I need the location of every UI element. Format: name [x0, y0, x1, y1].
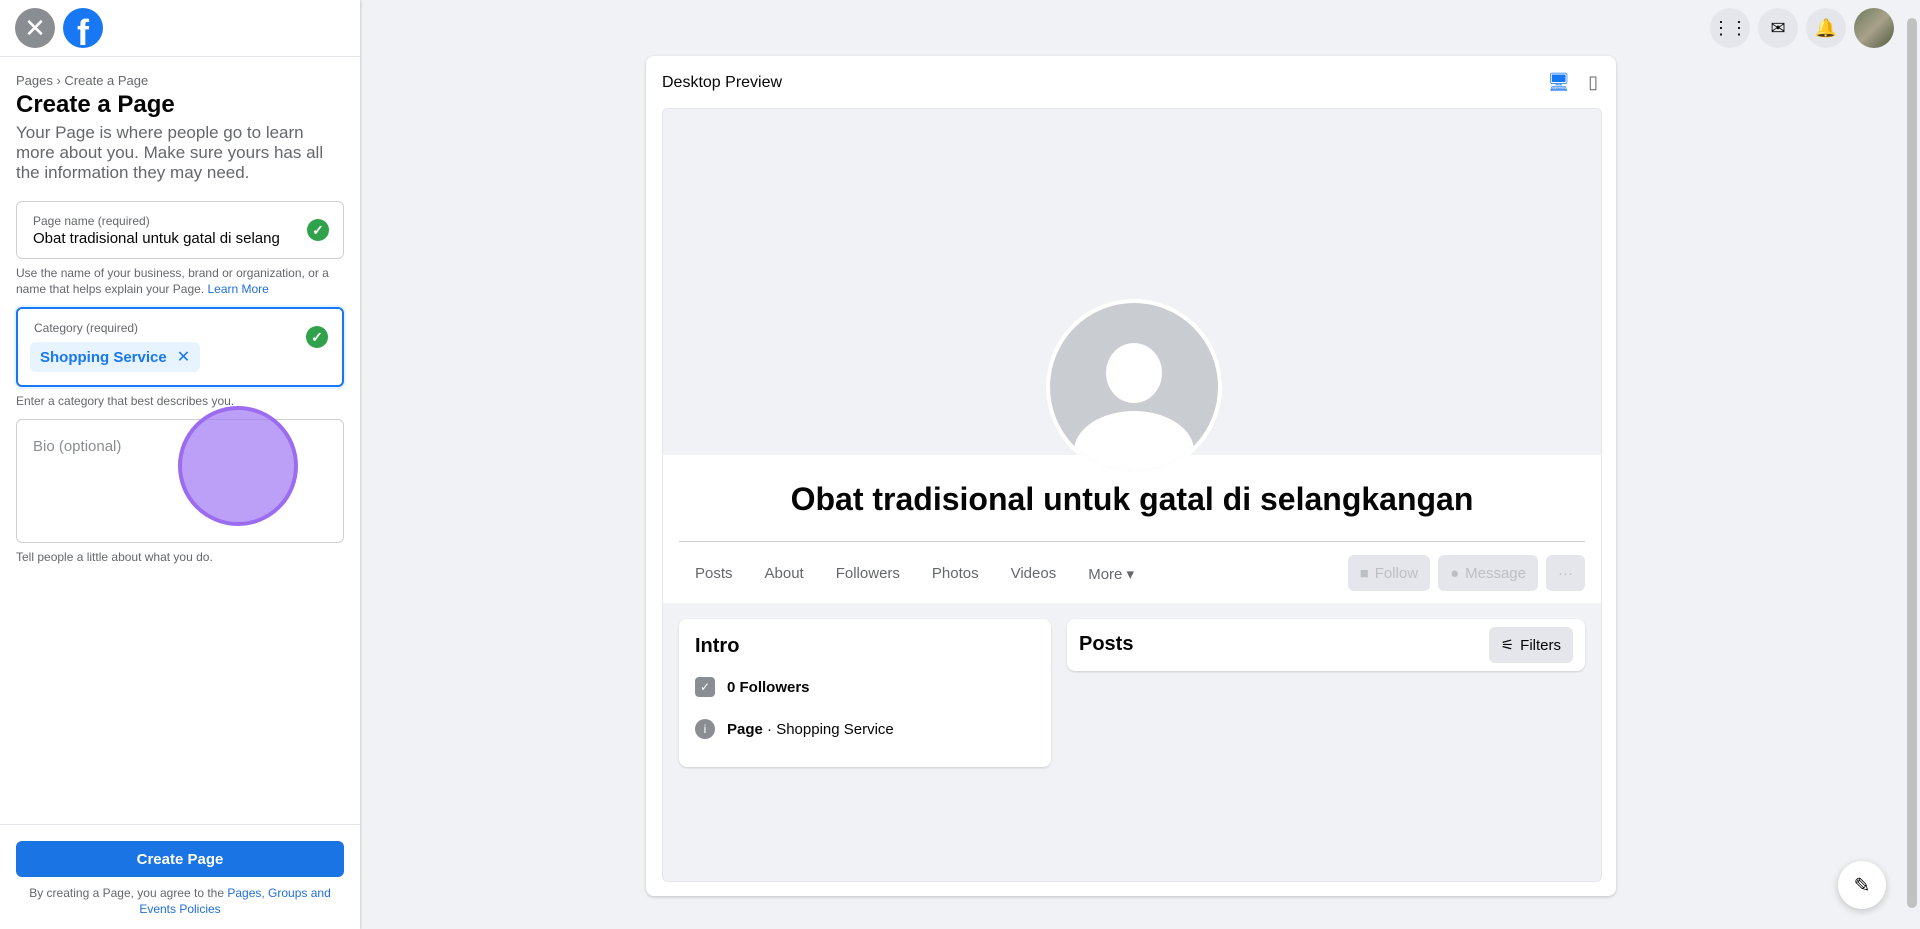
preview-frame: Obat tradisional untuk gatal di selangka…	[662, 108, 1602, 882]
learn-more-link[interactable]: Learn More	[207, 282, 268, 296]
message-label: Message	[1465, 564, 1526, 582]
device-toggle: 🖥 ▯	[1547, 72, 1598, 93]
create-page-button[interactable]: Create Page	[16, 841, 344, 877]
avatar-head-shape	[1106, 343, 1162, 403]
follow-label: Follow	[1374, 564, 1419, 582]
avatar-body-shape	[1074, 411, 1194, 471]
filters-button[interactable]: ⚟ Filters	[1488, 627, 1573, 663]
page-type-category: · Shopping Service	[762, 720, 894, 738]
panel-topbar: ✕ f	[0, 0, 360, 57]
terms-text: By creating a Page, you agree to the Pag…	[16, 885, 344, 917]
close-icon: ✕	[24, 12, 46, 43]
page-name-input[interactable]: Obat tradisional untuk gatal di selang	[33, 230, 303, 247]
followers-count: 0 Followers	[727, 678, 810, 696]
page-name-field[interactable]: Page name (required) Obat tradisional un…	[16, 201, 344, 259]
facebook-logo-icon[interactable]: f	[63, 8, 103, 48]
remove-chip-icon[interactable]: ✕	[177, 347, 190, 367]
desktop-preview-card: Desktop Preview 🖥 ▯ Obat tradisional unt…	[646, 56, 1616, 896]
bio-helper: Tell people a little about what you do.	[16, 550, 213, 564]
click-cursor-indicator	[178, 406, 298, 526]
account-avatar[interactable]	[1854, 8, 1894, 48]
category-field[interactable]: Category (required) Shopping Service ✕ ✓	[16, 307, 344, 387]
close-button[interactable]: ✕	[15, 8, 55, 48]
preview-actions: ■ Follow ● Message ···	[1347, 555, 1585, 591]
followers-check-icon: ✓	[695, 677, 715, 697]
message-button[interactable]: ● Message	[1438, 555, 1538, 591]
preview-title: Desktop Preview	[662, 74, 783, 91]
category-chip-label: Shopping Service	[40, 348, 167, 366]
page-name-helper: Use the name of your business, brand or …	[16, 265, 344, 297]
page-type-bold: Page	[727, 720, 763, 738]
new-message-compose-icon[interactable]: ✎	[1838, 861, 1886, 909]
messenger-icon: ●	[1450, 564, 1460, 582]
terms-prefix: By creating a Page, you agree to the	[29, 886, 225, 900]
page-name-label: Page name (required)	[33, 214, 150, 228]
tab-videos[interactable]: Videos	[995, 555, 1073, 593]
category-label: Category (required)	[34, 321, 139, 335]
form-content: Pages › Create a Page Create a Page Your…	[0, 57, 360, 565]
page-name-helper-text: Use the name of your business, brand or …	[16, 266, 329, 296]
follow-icon: ■	[1359, 564, 1369, 582]
breadcrumb: Pages › Create a Page	[16, 73, 149, 88]
category-chip[interactable]: Shopping Service ✕	[30, 342, 201, 372]
valid-check-icon: ✓	[307, 219, 329, 241]
tab-posts[interactable]: Posts	[679, 555, 749, 593]
page-description: Your Page is where people go to learn mo…	[16, 123, 324, 182]
tab-followers[interactable]: Followers	[820, 555, 916, 593]
page-scrollbar[interactable]	[1904, 0, 1920, 929]
scrollbar-thumb[interactable]	[1907, 18, 1917, 908]
page-type-row: i Page · Shopping Service	[695, 719, 894, 739]
notifications-bell-icon[interactable]: 🔔	[1806, 8, 1846, 48]
top-nav-icons: ⋮⋮ ✉ 🔔	[1710, 8, 1894, 48]
posts-title: Posts	[1079, 633, 1134, 655]
filters-label: Filters	[1520, 636, 1561, 654]
category-helper: Enter a category that best describes you…	[16, 394, 235, 408]
preview-page-name: Obat tradisional untuk gatal di selangka…	[790, 481, 1474, 517]
tab-more[interactable]: More ▾	[1072, 555, 1150, 593]
profile-picture-placeholder	[1046, 299, 1222, 475]
follow-button[interactable]: ■ Follow	[1347, 555, 1431, 591]
tab-photos[interactable]: Photos	[916, 555, 995, 593]
messenger-icon[interactable]: ✉	[1758, 8, 1798, 48]
preview-tabs: Posts About Followers Photos Videos More…	[679, 555, 1150, 593]
followers-row: ✓ 0 Followers	[695, 677, 810, 697]
info-icon: i	[695, 719, 715, 739]
panel-footer: Create Page By creating a Page, you agre…	[0, 824, 360, 929]
more-options-button[interactable]: ···	[1546, 555, 1585, 591]
menu-grid-icon[interactable]: ⋮⋮	[1710, 8, 1750, 48]
tab-about[interactable]: About	[749, 555, 820, 593]
page-title: Create a Page	[16, 91, 175, 118]
intro-title: Intro	[695, 635, 740, 657]
page-type-text: Page · Shopping Service	[727, 721, 894, 738]
filters-icon: ⚟	[1500, 637, 1515, 654]
posts-card: Posts ⚟ Filters	[1067, 619, 1585, 671]
bio-placeholder[interactable]: Bio (optional)	[33, 438, 121, 455]
valid-check-icon: ✓	[306, 326, 328, 348]
mobile-view-icon[interactable]: ▯	[1588, 72, 1598, 93]
tabs-divider	[679, 541, 1585, 542]
create-page-panel: ✕ f Pages › Create a Page Create a Page …	[0, 0, 360, 929]
intro-card: Intro ✓ 0 Followers i Page · Shopping Se…	[679, 619, 1051, 767]
desktop-view-icon[interactable]: 🖥	[1547, 72, 1570, 93]
